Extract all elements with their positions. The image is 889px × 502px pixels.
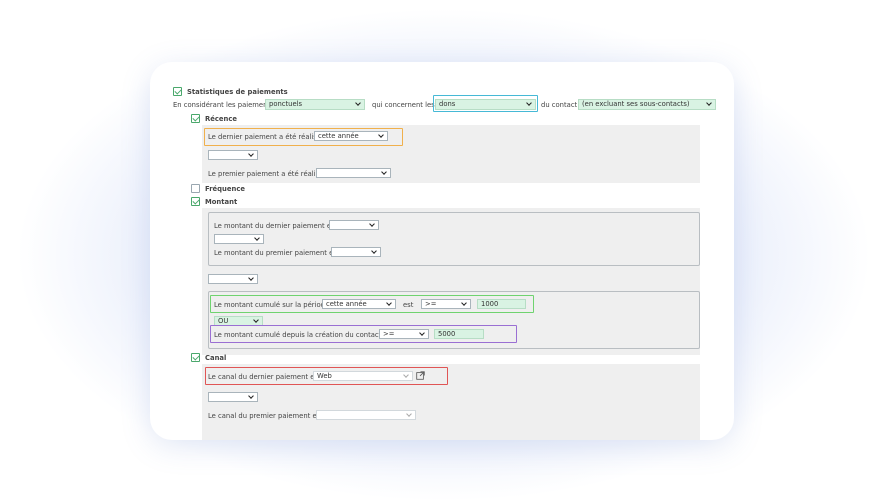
contact-value: (en excluant ses sous-contacts) — [582, 100, 690, 108]
contact-select[interactable]: (en excluant ses sous-contacts) — [578, 99, 716, 110]
chevron-down-icon — [369, 221, 375, 227]
chevron-down-icon — [248, 275, 254, 281]
chevron-down-icon — [355, 100, 361, 106]
recence-first-label: Le premier paiement a été réalisé — [208, 170, 324, 178]
chevron-down-icon — [371, 248, 377, 254]
stats-title: Statistiques de paiements — [187, 88, 288, 96]
montant-operator2-select[interactable] — [208, 274, 258, 284]
considering-label: En considérant les paiements — [173, 101, 274, 109]
montant-checkbox[interactable] — [191, 197, 200, 206]
recence-checkbox[interactable] — [191, 114, 200, 123]
montant-last-select[interactable] — [329, 220, 379, 230]
montant-creation-highlight — [210, 325, 517, 343]
montant-first-select[interactable] — [331, 247, 381, 257]
recence-first-select[interactable] — [316, 168, 391, 178]
concern-highlight — [433, 95, 538, 112]
chevron-down-icon — [706, 100, 712, 106]
recence-operator-select[interactable] — [208, 150, 258, 160]
canal-last-highlight — [205, 367, 448, 385]
chevron-down-icon — [406, 411, 412, 417]
chevron-down-icon — [253, 317, 259, 323]
payments-type-value: ponctuels — [269, 100, 303, 108]
montant-first-label: Le montant du premier paiement est — [214, 249, 340, 257]
canal-first-select[interactable] — [316, 410, 416, 420]
canal-checkbox[interactable] — [191, 353, 200, 362]
chevron-down-icon — [248, 393, 254, 399]
stats-checkbox[interactable] — [173, 87, 182, 96]
montant-title: Montant — [205, 198, 238, 206]
canal-operator-select[interactable] — [208, 392, 258, 402]
frequence-title: Fréquence — [205, 185, 245, 193]
canal-title: Canal — [205, 354, 227, 362]
chevron-down-icon — [381, 169, 387, 175]
concern-label: qui concernent les — [372, 101, 435, 109]
montant-or-value: OU — [218, 317, 229, 325]
montant-single-box — [208, 212, 700, 266]
montant-last-label: Le montant du dernier paiement est — [214, 222, 338, 230]
chevron-down-icon — [248, 151, 254, 157]
contact-label: du contact — [541, 101, 578, 109]
chevron-down-icon — [254, 235, 260, 241]
recence-title: Récence — [205, 115, 237, 123]
frequence-checkbox[interactable] — [191, 184, 200, 193]
montant-operator1-select[interactable] — [214, 234, 264, 244]
recence-last-highlight — [204, 128, 403, 146]
payments-type-select[interactable]: ponctuels — [265, 99, 365, 110]
filter-card: Statistiques de paiements En considérant… — [150, 62, 734, 440]
montant-cumul-highlight — [210, 295, 534, 313]
canal-first-label: Le canal du premier paiement est — [208, 412, 323, 420]
